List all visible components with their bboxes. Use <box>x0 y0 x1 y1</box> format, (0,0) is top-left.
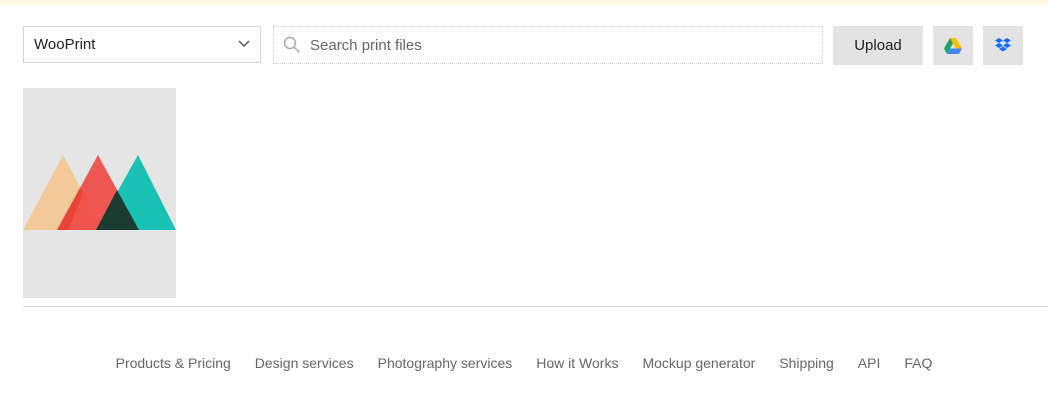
store-select-value: WooPrint <box>34 36 96 53</box>
google-drive-button[interactable] <box>933 26 973 65</box>
footer-link-how-it-works[interactable]: How it Works <box>536 355 618 371</box>
footer-link-shipping[interactable]: Shipping <box>779 355 834 371</box>
chevron-down-icon <box>238 40 250 48</box>
footer-link-products-pricing[interactable]: Products & Pricing <box>116 355 231 371</box>
print-file-thumbnail[interactable] <box>23 88 176 298</box>
footer-link-photography-services[interactable]: Photography services <box>378 355 513 371</box>
search-icon <box>283 36 301 54</box>
footer-divider <box>23 306 1048 307</box>
upload-button[interactable]: Upload <box>833 26 923 65</box>
search-field[interactable] <box>273 26 823 64</box>
search-input[interactable] <box>310 27 810 63</box>
footer-nav: Products & Pricing Design services Photo… <box>0 353 1048 373</box>
store-select[interactable]: WooPrint <box>23 26 261 63</box>
footer-link-api[interactable]: API <box>858 355 881 371</box>
footer-link-design-services[interactable]: Design services <box>255 355 354 371</box>
google-drive-icon <box>944 37 962 54</box>
footer-link-mockup-generator[interactable]: Mockup generator <box>642 355 755 371</box>
notice-bar <box>0 0 1048 5</box>
upload-button-label: Upload <box>854 37 902 54</box>
dropbox-icon <box>995 38 1011 52</box>
footer-link-faq[interactable]: FAQ <box>904 355 932 371</box>
dropbox-button[interactable] <box>983 26 1023 65</box>
mountain-logo-thumbnail <box>23 155 176 230</box>
